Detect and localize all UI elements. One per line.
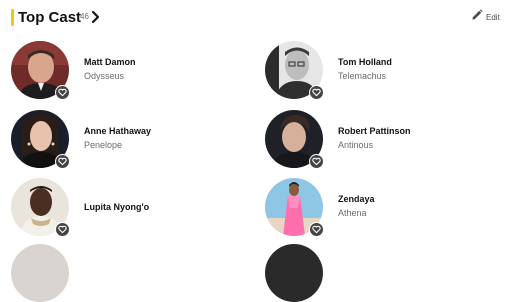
- actor-photo[interactable]: [11, 110, 70, 169]
- heart-outline-icon: [58, 153, 67, 171]
- next-actor-photo-peek[interactable]: [265, 244, 323, 302]
- actor-name[interactable]: Tom Holland: [338, 56, 392, 68]
- actor-name[interactable]: Robert Pattinson: [338, 125, 411, 137]
- character-name: Athena: [338, 208, 367, 218]
- like-button[interactable]: [55, 222, 70, 237]
- heart-outline-icon: [312, 221, 321, 239]
- cast-item: Matt Damon Odysseus: [11, 41, 251, 103]
- actor-photo[interactable]: [265, 178, 324, 237]
- title-accent-bar: [11, 9, 14, 26]
- cast-item: Zendaya Athena: [265, 178, 505, 240]
- actor-name[interactable]: Anne Hathaway: [84, 125, 151, 137]
- edit-label: Edit: [486, 12, 500, 22]
- section-title[interactable]: Top Cast: [18, 8, 81, 27]
- cast-item: Anne Hathaway Penelope: [11, 110, 251, 172]
- heart-outline-icon: [58, 221, 67, 239]
- heart-outline-icon: [58, 84, 67, 102]
- like-button[interactable]: [309, 222, 324, 237]
- actor-photo[interactable]: [265, 110, 324, 169]
- section-header: Top Cast 46 Edit: [0, 0, 512, 36]
- actor-name[interactable]: Zendaya: [338, 193, 375, 205]
- actor-name[interactable]: Matt Damon: [84, 56, 136, 68]
- like-button[interactable]: [309, 154, 324, 169]
- next-actor-photo-peek[interactable]: [11, 244, 69, 302]
- character-name: Penelope: [84, 140, 123, 150]
- actor-photo[interactable]: [11, 41, 70, 100]
- heart-outline-icon: [312, 84, 321, 102]
- character-name: Odysseus: [84, 71, 125, 81]
- character-name: Antinous: [338, 140, 374, 150]
- like-button[interactable]: [309, 85, 324, 100]
- actor-photo[interactable]: [11, 178, 70, 237]
- like-button[interactable]: [55, 154, 70, 169]
- cast-count[interactable]: 46: [80, 11, 89, 23]
- heart-outline-icon: [312, 153, 321, 171]
- like-button[interactable]: [55, 85, 70, 100]
- actor-photo[interactable]: [265, 41, 324, 100]
- cast-item: Robert Pattinson Antinous: [265, 110, 505, 172]
- chevron-right-icon[interactable]: [90, 10, 102, 24]
- pencil-icon: [471, 8, 483, 26]
- cast-item: Tom Holland Telemachus: [265, 41, 505, 103]
- cast-item: Lupita Nyong'o: [11, 178, 251, 240]
- character-name: Telemachus: [338, 71, 387, 81]
- edit-button[interactable]: Edit: [471, 9, 500, 25]
- actor-name[interactable]: Lupita Nyong'o: [84, 201, 149, 213]
